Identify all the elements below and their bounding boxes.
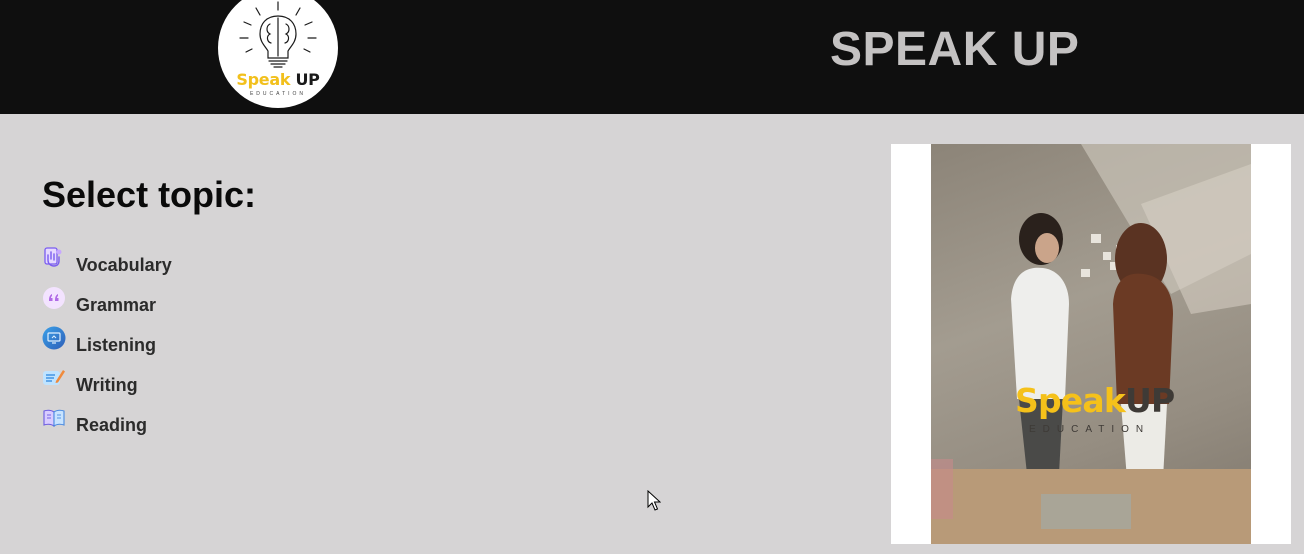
monitor-icon (42, 326, 66, 350)
promo-photo: SpeakUP EDUCATION (931, 144, 1251, 544)
promo-image-card: SpeakUP EDUCATION (891, 144, 1291, 544)
brand-logo[interactable]: Speak UP EDUCATION (218, 0, 338, 108)
open-book-icon (43, 409, 65, 428)
pen-writing-icon (43, 370, 65, 385)
logo-wordmark: Speak UP (236, 70, 320, 89)
people-at-wall-illustration (931, 144, 1251, 544)
quote-icon (43, 287, 65, 309)
promo-wordmark: SpeakUP (1015, 381, 1175, 420)
topic-label: Vocabulary (76, 255, 172, 275)
topic-label: Listening (76, 335, 156, 355)
logo-subtitle: EDUCATION (249, 91, 307, 97)
vocabulary-hand-icon (44, 247, 62, 267)
page-title: Select topic: (42, 174, 257, 215)
site-title: SPEAK UP (830, 23, 1080, 76)
topic-label: Grammar (76, 295, 157, 315)
site-header: Speak UP EDUCATION SPEAK UP (0, 0, 1304, 114)
promo-subtitle: EDUCATION (1029, 424, 1151, 435)
topic-label: Writing (76, 375, 138, 395)
mouse-pointer-icon (647, 490, 661, 511)
topic-label: Reading (76, 415, 148, 435)
